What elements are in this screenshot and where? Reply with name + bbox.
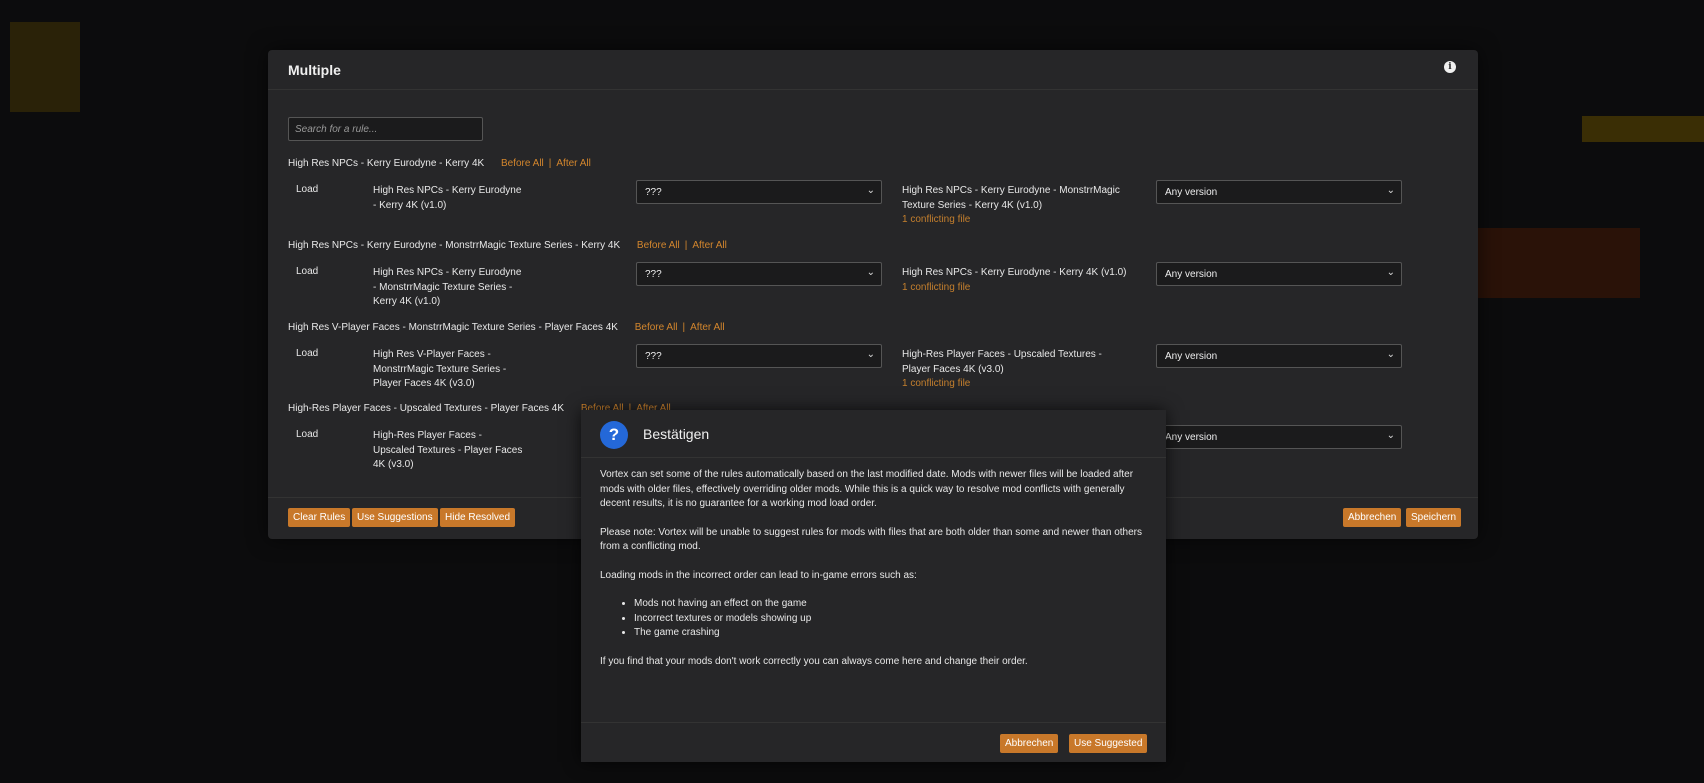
version-select[interactable]: Any version ⌄	[1156, 262, 1402, 286]
chevron-down-icon: ⌄	[866, 349, 875, 360]
chevron-down-icon: ⌄	[1386, 349, 1395, 360]
confirm-paragraph: Please note: Vortex will be unable to su…	[600, 526, 1142, 553]
source-mod: High Res NPCs - Kerry Eurodyne - Monstrr…	[373, 267, 522, 307]
clear-rules-button[interactable]: Clear Rules	[288, 508, 351, 527]
chevron-down-icon: ⌄	[1386, 267, 1395, 278]
conflicting-file-link[interactable]: 1 conflicting file	[902, 378, 970, 389]
confirm-paragraph: If you find that your mods don't work co…	[600, 655, 1028, 667]
source-mod: High-Res Player Faces - Upscaled Texture…	[373, 430, 523, 470]
error-list: Mods not having an effect on the game In…	[634, 597, 1148, 641]
load-label: Load	[296, 184, 319, 195]
group-mods-label: High Res V-Player Faces - MonstrrMagic T…	[288, 322, 618, 333]
question-icon: ?	[600, 421, 628, 449]
chevron-down-icon: ⌄	[866, 267, 875, 278]
background-warning	[1582, 116, 1704, 142]
rule-search-input[interactable]: Search for a rule...	[288, 117, 483, 141]
dialog-title: Multiple	[288, 62, 341, 78]
list-item: The game crashing	[634, 626, 1148, 641]
use-suggested-button[interactable]: Use Suggested	[1069, 734, 1148, 753]
group-mods-label: High Res NPCs - Kerry Eurodyne - Kerry 4…	[288, 158, 485, 169]
confirm-dialog: ? Bestätigen Vortex can set some of the …	[581, 410, 1166, 762]
chevron-down-icon: ⌄	[866, 185, 875, 196]
info-icon[interactable]: i	[1444, 61, 1456, 73]
conflicting-file-link[interactable]: 1 conflicting file	[902, 214, 970, 225]
list-item: Mods not having an effect on the game	[634, 597, 1148, 612]
target-mod: High Res NPCs - Kerry Eurodyne - Monstrr…	[902, 185, 1120, 225]
use-suggestions-button[interactable]: Use Suggestions	[352, 508, 438, 527]
confirm-header: ? Bestätigen	[581, 410, 1166, 458]
confirm-paragraph: Vortex can set some of the rules automat…	[600, 469, 1134, 509]
confirm-title: Bestätigen	[643, 426, 710, 442]
before-all-link[interactable]: Before All	[637, 240, 680, 251]
confirm-paragraph: Loading mods in the incorrect order can …	[600, 569, 917, 581]
source-mod: High Res NPCs - Kerry Eurodyne - Kerry 4…	[373, 185, 522, 211]
target-mod: High Res NPCs - Kerry Eurodyne - Kerry 4…	[902, 267, 1127, 293]
source-mod: High Res V-Player Faces - MonstrrMagic T…	[373, 349, 507, 389]
target-mod: High-Res Player Faces - Upscaled Texture…	[902, 349, 1102, 389]
load-label: Load	[296, 266, 319, 277]
after-all-link[interactable]: After All	[690, 322, 724, 333]
group-title: High Res NPCs - Kerry Eurodyne - Kerry 4…	[288, 158, 591, 169]
version-select[interactable]: Any version ⌄	[1156, 425, 1402, 449]
confirm-cancel-button[interactable]: Abbrechen	[1000, 734, 1059, 753]
group-title: High Res NPCs - Kerry Eurodyne - Monstrr…	[288, 240, 727, 251]
chevron-down-icon: ⌄	[1386, 185, 1395, 196]
conflicting-file-link[interactable]: 1 conflicting file	[902, 282, 970, 293]
confirm-body: Vortex can set some of the rules automat…	[600, 468, 1148, 683]
chevron-down-icon: ⌄	[1386, 430, 1395, 441]
relation-select[interactable]: ??? ⌄	[636, 180, 882, 204]
after-all-link[interactable]: After All	[556, 158, 590, 169]
version-select[interactable]: Any version ⌄	[1156, 180, 1402, 204]
load-label: Load	[296, 429, 319, 440]
load-label: Load	[296, 348, 319, 359]
hide-resolved-button[interactable]: Hide Resolved	[440, 508, 516, 527]
before-all-link[interactable]: Before All	[501, 158, 544, 169]
confirm-footer: Abbrechen Use Suggested	[581, 722, 1166, 762]
group-mods-label: High-Res Player Faces - Upscaled Texture…	[288, 403, 565, 414]
save-button[interactable]: Speichern	[1406, 508, 1462, 527]
version-select[interactable]: Any version ⌄	[1156, 344, 1402, 368]
relation-select[interactable]: ??? ⌄	[636, 262, 882, 286]
dialog-header: Multiple i	[268, 50, 1478, 90]
group-mods-label: High Res NPCs - Kerry Eurodyne - Monstrr…	[288, 240, 621, 251]
relation-select[interactable]: ??? ⌄	[636, 344, 882, 368]
cancel-button[interactable]: Abbrechen	[1343, 508, 1402, 527]
group-title: High Res V-Player Faces - MonstrrMagic T…	[288, 322, 725, 333]
before-all-link[interactable]: Before All	[635, 322, 678, 333]
after-all-link[interactable]: After All	[692, 240, 726, 251]
list-item: Incorrect textures or models showing up	[634, 612, 1148, 627]
game-logo	[10, 22, 80, 112]
